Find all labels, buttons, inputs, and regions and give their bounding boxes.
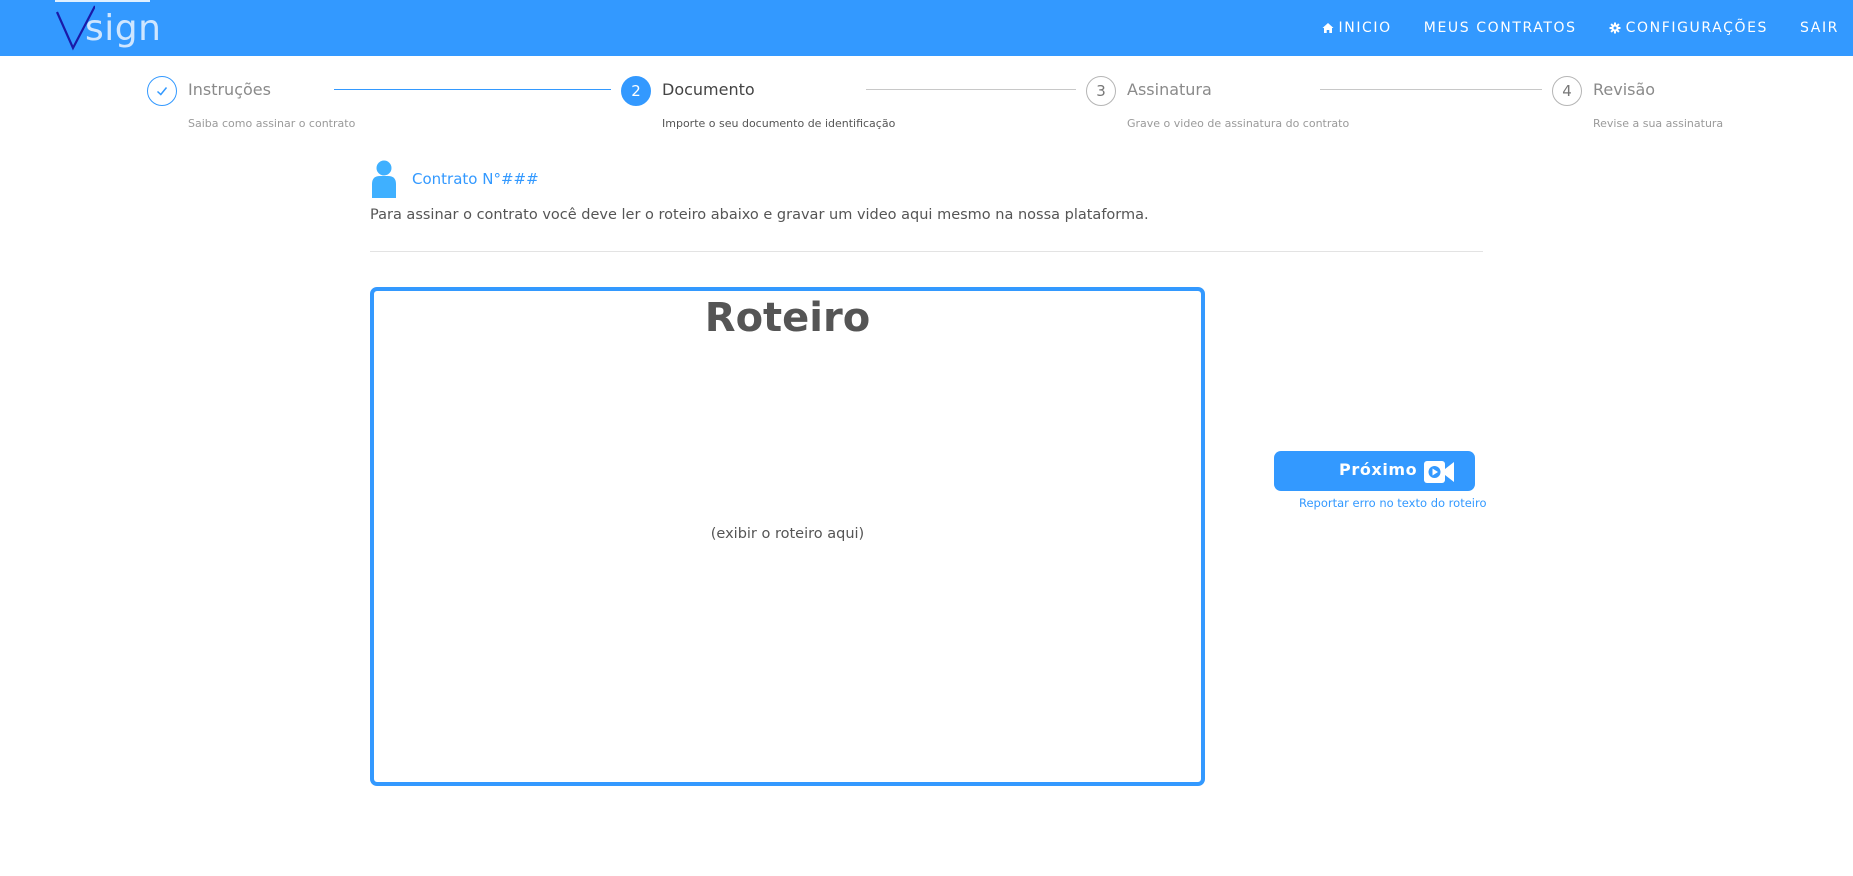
contract-header: Contrato N°### bbox=[370, 160, 539, 198]
nav-meus-contratos-label: MEUS CONTRATOS bbox=[1423, 20, 1577, 36]
nav-configuracoes[interactable]: CONFIGURAÇÕES bbox=[1609, 20, 1768, 36]
contract-title: Contrato N°### bbox=[412, 170, 539, 188]
nav-meus-contratos[interactable]: MEUS CONTRATOS bbox=[1424, 20, 1577, 36]
step-3-circle: 3 bbox=[1086, 76, 1116, 106]
step-4-circle: 4 bbox=[1552, 76, 1582, 106]
step-2-title: Documento bbox=[662, 80, 755, 99]
step-connector-1 bbox=[334, 89, 611, 90]
step-4-title: Revisão bbox=[1593, 80, 1656, 99]
instructions-text: Para assinar o contrato você deve ler o … bbox=[370, 207, 1149, 223]
report-error-link[interactable]: Reportar erro no texto do roteiro bbox=[1299, 496, 1486, 510]
step-connector-3 bbox=[1320, 89, 1542, 90]
step-1-circle bbox=[147, 76, 177, 106]
script-title: Roteiro bbox=[704, 295, 871, 341]
nav-configuracoes-label: CONFIGURAÇÕES bbox=[1625, 20, 1769, 36]
logo-text: sign bbox=[85, 8, 162, 49]
video-camera-icon bbox=[1424, 461, 1454, 483]
gear-icon bbox=[1609, 22, 1621, 34]
nav-inicio[interactable]: INICIO bbox=[1322, 20, 1392, 36]
script-panel: Roteiro (exibir o roteiro aqui) bbox=[370, 287, 1205, 786]
section-divider bbox=[370, 251, 1483, 252]
step-3-subtitle: Grave o video de assinatura do contrato bbox=[1127, 117, 1350, 130]
step-2-circle: 2 bbox=[621, 76, 651, 106]
step-4-subtitle: Revise a sua assinatura bbox=[1593, 117, 1724, 130]
nav-sair-label: SAIR bbox=[1800, 20, 1839, 36]
top-navbar: sign INICIO MEUS CONTRATOS CONFIGURAÇÕES… bbox=[0, 0, 1853, 56]
script-placeholder: (exibir o roteiro aqui) bbox=[710, 526, 865, 542]
step-3-title: Assinatura bbox=[1127, 80, 1212, 99]
next-button[interactable]: Próximo bbox=[1274, 451, 1475, 491]
home-icon bbox=[1322, 23, 1334, 33]
nav-sair[interactable]: SAIR bbox=[1800, 20, 1839, 36]
step-connector-2 bbox=[866, 89, 1076, 90]
user-icon bbox=[372, 160, 396, 198]
step-1-title: Instruções bbox=[188, 80, 271, 99]
main-nav: INICIO MEUS CONTRATOS CONFIGURAÇÕES SAIR bbox=[1322, 0, 1853, 56]
brand-logo[interactable]: sign bbox=[55, 0, 161, 56]
next-button-label: Próximo bbox=[1339, 460, 1418, 479]
nav-inicio-label: INICIO bbox=[1338, 20, 1392, 36]
step-2-subtitle: Importe o seu documento de identificação bbox=[662, 117, 896, 130]
step-1-subtitle: Saiba como assinar o contrato bbox=[188, 117, 356, 130]
check-icon bbox=[156, 87, 168, 96]
